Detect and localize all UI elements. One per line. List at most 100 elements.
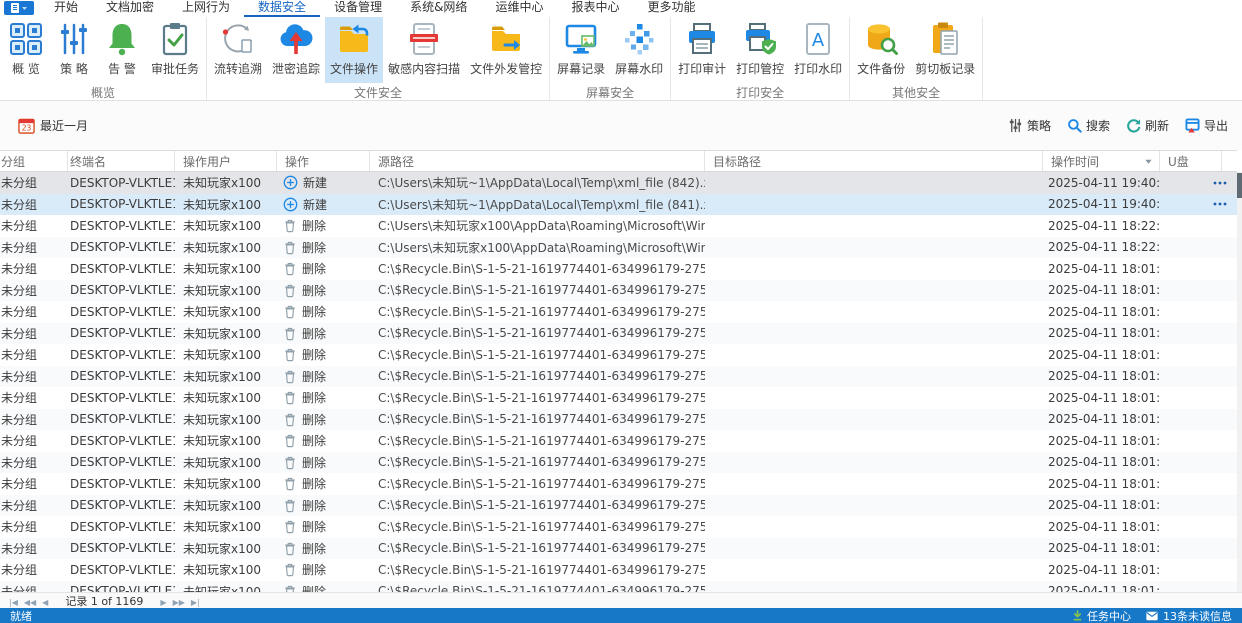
table-row[interactable]: 未分组 DESKTOP-VLKTLE1 未知玩家x100 删除 C:\$Recycle.… [0,279,1237,301]
table-row[interactable]: 未分组 DESKTOP-VLKTLE1 未知玩家x100 删除 C:\Users\未知玩… [0,236,1237,258]
ribbon-item-4-0[interactable]: 文件备份 [852,17,910,83]
print-control-icon [742,21,778,57]
screen-watermark-icon [621,21,657,57]
table-row[interactable]: 未分组 DESKTOP-VLKTLE1 未知玩家x100 删除 C:\$Recycle.… [0,258,1237,280]
table-row[interactable]: 未分组 DESKTOP-VLKTLE1 未知玩家x100 新建 C:\Users\未知玩… [0,172,1237,194]
next-fast-button[interactable]: ▶▶ [170,598,188,607]
ribbon-item-label: 文件外发管控 [470,62,543,76]
table-row[interactable]: 未分组 DESKTOP-VLKTLE1 未知玩家x100 删除 C:\$Recycle.… [0,301,1237,323]
app-menu-button[interactable] [4,1,34,15]
cell-operation: 新建 [277,174,370,191]
trash-icon [283,498,297,513]
cell-terminal: DESKTOP-VLKTLE1 [70,562,175,577]
ribbon-item-1-1[interactable]: 泄密追踪 [267,17,325,83]
toolbar-action-3[interactable]: 导出 [1185,117,1228,134]
next-page-button[interactable]: ▶ [157,598,169,607]
column-header-6[interactable]: 操作时间 [1043,151,1160,171]
pagination-bar: |◀ ◀◀ ◀ 记录 1 of 1169 ▶ ▶▶ ▶| [0,592,1242,608]
table-row[interactable]: 未分组 DESKTOP-VLKTLE1 未知玩家x100 删除 C:\Users\未知玩… [0,215,1237,237]
ribbon-item-4-1[interactable]: 剪切板记录 [910,17,980,83]
task-center-button[interactable]: 任务中心 [1072,608,1131,623]
menu-tab-0[interactable]: 开始 [40,0,92,17]
unread-messages-button[interactable]: 13条未读信息 [1145,608,1232,623]
menu-tab-6[interactable]: 运维中心 [481,0,557,17]
ribbon-item-1-2[interactable]: 文件操作 [325,17,384,83]
column-header-2[interactable]: 操作用户 [175,151,277,171]
scrollbar-thumb[interactable] [1237,173,1242,198]
table-row[interactable]: 未分组 DESKTOP-VLKTLE1 未知玩家x100 删除 C:\$Recycle.… [0,473,1237,495]
toolbar-action-2[interactable]: 刷新 [1126,117,1169,134]
cell-user: 未知玩家x100 [183,348,262,363]
cell-group: 未分组 [1,369,38,384]
table-row[interactable]: 未分组 DESKTOP-VLKTLE1 未知玩家x100 删除 C:\$Recycle.… [0,408,1237,430]
column-header-3[interactable]: 操作 [277,151,370,171]
column-header-7[interactable]: U盘 [1160,151,1222,171]
toolbar-action-1[interactable]: 搜索 [1067,117,1110,134]
ribbon-item-1-4[interactable]: 文件外发管控 [465,17,547,83]
ribbon-item-3-2[interactable]: A 打印水印 [789,17,847,83]
menu-tab-1[interactable]: 文档加密 [92,0,168,17]
menu-tab-8[interactable]: 更多功能 [633,0,709,17]
operation-label: 删除 [302,563,327,578]
menu-tab-4[interactable]: 设备管理 [320,0,396,17]
table-row[interactable]: 未分组 DESKTOP-VLKTLE1 未知玩家x100 删除 C:\$Recycle.… [0,537,1237,559]
prev-fast-button[interactable]: ◀◀ [21,598,39,607]
toolbar-action-0[interactable]: 策略 [1008,117,1051,134]
row-actions-menu-button[interactable] [1210,200,1230,209]
ribbon-item-1-3[interactable]: 敏感内容扫描 [383,17,465,83]
prev-page-button[interactable]: ◀ [39,598,51,607]
cell-user: 未知玩家x100 [183,326,262,341]
cell-user: 未知玩家x100 [183,283,262,298]
table-row[interactable]: 未分组 DESKTOP-VLKTLE1 未知玩家x100 删除 C:\$Recycle.… [0,322,1237,344]
column-header-1[interactable]: 终端名 [68,151,175,171]
table-row[interactable]: 未分组 DESKTOP-VLKTLE1 未知玩家x100 删除 C:\$Recycle.… [0,451,1237,473]
cell-group: 未分组 [1,326,38,341]
ribbon-item-0-2[interactable]: 告 警 [98,17,146,83]
ribbon-item-2-1[interactable]: 屏幕水印 [610,17,668,83]
table-row[interactable]: 未分组 DESKTOP-VLKTLE1 未知玩家x100 新建 C:\Users\未知玩… [0,193,1237,215]
table-row[interactable]: 未分组 DESKTOP-VLKTLE1 未知玩家x100 删除 C:\$Recycle.… [0,494,1237,516]
ribbon-group-items: 流转追溯 泄密追踪 文件操作 敏感内容扫描 文件外发管控 [209,17,547,83]
cell-user: 未知玩家x100 [183,176,262,191]
table-row[interactable]: 未分组 DESKTOP-VLKTLE1 未知玩家x100 删除 C:\$Recycle.… [0,559,1237,581]
vertical-scrollbar[interactable] [1237,172,1242,592]
ribbon-item-0-0[interactable]: 概 览 [2,17,50,83]
column-header-5[interactable]: 目标路径 [705,151,1043,171]
cell-source-path: C:\$Recycle.Bin\S-1-5-21-1619774401-6349… [378,519,705,534]
date-range-filter[interactable]: 23 最近一月 [18,117,88,134]
operation-label: 删除 [302,498,327,513]
download-arrow-icon [1072,610,1083,621]
table-row[interactable]: 未分组 DESKTOP-VLKTLE1 未知玩家x100 删除 C:\$Recycle.… [0,430,1237,452]
column-header-4[interactable]: 源路径 [370,151,705,171]
menu-tab-2[interactable]: 上网行为 [168,0,244,17]
screen-record-icon [563,21,599,57]
column-header-label: 终端名 [70,154,107,169]
ribbon-group-items: 屏幕记录 屏幕水印 [552,17,668,83]
table-row[interactable]: 未分组 DESKTOP-VLKTLE1 未知玩家x100 删除 C:\$Recycle.… [0,387,1237,409]
table-row[interactable]: 未分组 DESKTOP-VLKTLE1 未知玩家x100 删除 C:\$Recycle.… [0,580,1237,592]
row-actions-menu-button[interactable] [1210,178,1230,187]
first-page-button[interactable]: |◀ [6,598,21,607]
ribbon-item-label: 屏幕记录 [557,62,606,76]
record-count-text: 记录 1 of 1169 [65,594,144,608]
ribbon-item-0-3[interactable]: 审批任务 [146,17,204,83]
table-row[interactable]: 未分组 DESKTOP-VLKTLE1 未知玩家x100 删除 C:\$Recycle.… [0,344,1237,366]
ribbon-item-2-0[interactable]: 屏幕记录 [552,17,610,83]
ribbon-group-items: 打印审计 打印管控 A 打印水印 [673,17,847,83]
operation-label: 删除 [302,219,327,234]
ribbon-item-3-1[interactable]: 打印管控 [731,17,789,83]
ribbon-item-1-0[interactable]: 流转追溯 [209,17,267,83]
menu-tab-3[interactable]: 数据安全 [244,0,321,17]
table-row[interactable]: 未分组 DESKTOP-VLKTLE1 未知玩家x100 删除 C:\$Recycle.… [0,516,1237,538]
print-audit-icon [684,21,720,57]
ribbon-item-0-1[interactable]: 策 略 [50,17,98,83]
table-row[interactable]: 未分组 DESKTOP-VLKTLE1 未知玩家x100 删除 C:\$Recycle.… [0,365,1237,387]
cell-terminal: DESKTOP-VLKTLE1 [70,519,175,534]
ribbon-item-3-0[interactable]: 打印审计 [673,17,731,83]
menu-tab-7[interactable]: 报表中心 [557,0,633,17]
ribbon-group-3: 打印审计 打印管控 A 打印水印 打印安全 [671,17,851,100]
last-page-button[interactable]: ▶| [188,598,203,607]
menu-tab-5[interactable]: 系统&网络 [396,0,481,17]
column-header-0[interactable]: 分组 [0,151,68,171]
cell-source-path: C:\$Recycle.Bin\S-1-5-21-1619774401-6349… [378,498,705,513]
